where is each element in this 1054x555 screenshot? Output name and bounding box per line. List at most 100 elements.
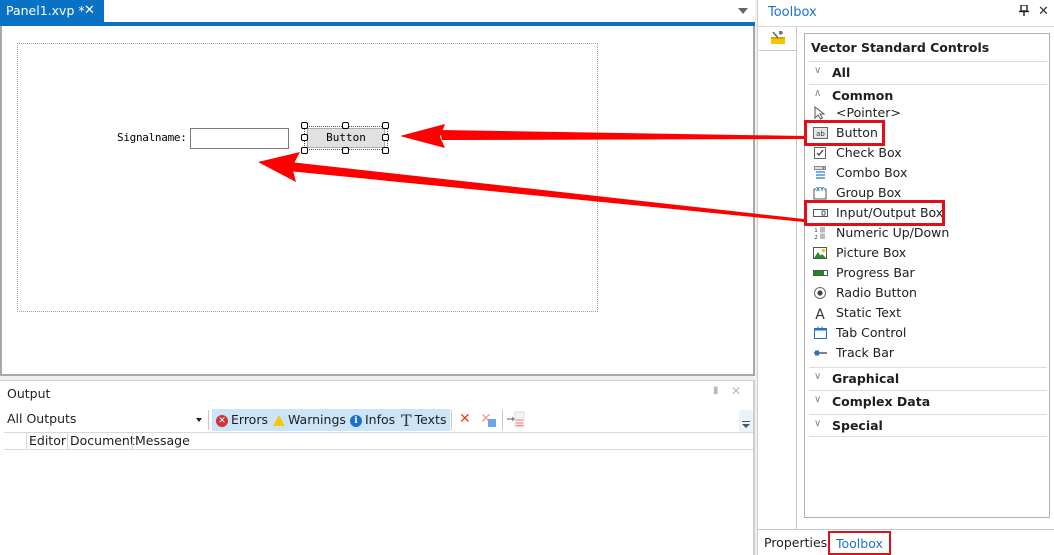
- toolbox-tree: Vector Standard Controls ∨ All ∧ Common …: [804, 33, 1050, 518]
- svg-text:A: A: [815, 307, 825, 320]
- chevron-down-icon[interactable]: [738, 8, 748, 14]
- close-icon[interactable]: ✕: [731, 384, 741, 398]
- filter-texts-button[interactable]: T Texts: [397, 409, 451, 431]
- error-icon: ✕: [216, 414, 228, 427]
- category-special[interactable]: ∨ Special: [809, 414, 1047, 436]
- toolbox-item-combo-box[interactable]: Combo Box: [809, 163, 1047, 183]
- static-text-icon: A: [815, 307, 825, 320]
- column-editor[interactable]: Editor: [26, 433, 66, 449]
- chevron-down-icon: ∨: [814, 371, 822, 382]
- output-source-select[interactable]: All Outputs: [7, 411, 76, 426]
- warning-icon: [273, 415, 285, 426]
- category-all[interactable]: ∨ All: [809, 61, 1047, 83]
- picture-box-icon: [813, 247, 827, 259]
- column-message[interactable]: Message: [132, 433, 190, 449]
- highlight-input-output-box-item: [804, 200, 945, 226]
- toolbox-category-tab[interactable]: [759, 27, 797, 51]
- tab-panel1[interactable]: Panel1.xvp * ✕: [0, 0, 104, 22]
- document-tabstrip: Panel1.xvp * ✕: [0, 0, 755, 26]
- toolbox-item-picture-box[interactable]: Picture Box: [809, 243, 1047, 263]
- pin-icon[interactable]: [1019, 4, 1029, 19]
- resize-handle[interactable]: [382, 134, 389, 141]
- toolbar-separator: [451, 410, 452, 430]
- svg-text:2: 2: [814, 235, 818, 240]
- column-document[interactable]: Document: [67, 433, 135, 449]
- progress-bar-icon: [813, 270, 828, 276]
- item-label: Radio Button: [836, 285, 917, 300]
- go-to-source-icon[interactable]: [506, 411, 526, 429]
- clear-all-icon[interactable]: ✕: [459, 411, 471, 427]
- item-label: Combo Box: [836, 165, 908, 180]
- toolbox-item-tab-control[interactable]: Tab Control: [809, 323, 1047, 343]
- chevron-up-icon: ∧: [814, 88, 822, 99]
- category-complex-data[interactable]: ∨ Complex Data: [809, 390, 1047, 412]
- filter-warnings-button[interactable]: Warnings: [269, 409, 350, 431]
- toolbox-item-check-box[interactable]: Check Box: [809, 143, 1047, 163]
- chevron-down-icon: ∨: [814, 418, 822, 429]
- panel-surface[interactable]: [17, 43, 598, 312]
- tab-control-icon: [814, 326, 827, 339]
- toolbox-item-static-text[interactable]: A Static Text: [809, 303, 1047, 323]
- filter-label: Warnings: [288, 412, 346, 427]
- divider: [809, 436, 1047, 437]
- resize-handle[interactable]: [301, 134, 308, 141]
- category-label: All: [832, 65, 851, 80]
- toolbox-pane: Toolbox ✕ Vector Standard Controls ∨ All…: [757, 0, 1054, 555]
- toolbox-item-numeric-up-down[interactable]: 12 Numeric Up/Down: [809, 223, 1047, 243]
- category-label: Complex Data: [832, 394, 931, 409]
- design-canvas[interactable]: [0, 26, 755, 376]
- category-label: Common: [832, 88, 894, 103]
- track-bar-icon: [814, 350, 827, 356]
- item-label: Tab Control: [836, 325, 907, 340]
- signalname-label: Signalname:: [117, 131, 187, 144]
- filter-infos-button[interactable]: i Infos: [346, 409, 400, 431]
- info-icon: i: [350, 414, 362, 427]
- toolbox-item-radio-button[interactable]: Radio Button: [809, 283, 1047, 303]
- toolbar-separator: [502, 410, 503, 430]
- pin-icon[interactable]: ▮: [713, 385, 719, 396]
- resize-handle[interactable]: [342, 147, 349, 154]
- item-label: Group Box: [836, 185, 902, 200]
- svg-text:XY: XY: [816, 187, 825, 193]
- filter-label: Errors: [231, 412, 268, 427]
- resize-handle[interactable]: [382, 147, 389, 154]
- bottom-tabstrip: Properties Toolbox: [758, 529, 1054, 555]
- toolbox-icon: [771, 31, 785, 44]
- document-area: Panel1.xvp * ✕ Signalname: Button: [0, 0, 755, 376]
- chevron-down-icon: ∨: [814, 65, 822, 76]
- item-label: Track Bar: [836, 345, 895, 360]
- clear-selected-icon[interactable]: ✕: [480, 411, 496, 427]
- item-label: Numeric Up/Down: [836, 225, 950, 240]
- chevron-down-icon: ∨: [814, 394, 822, 405]
- tab-label: Panel1.xvp *: [6, 3, 85, 18]
- resize-handle[interactable]: [382, 122, 389, 129]
- item-label: Check Box: [836, 145, 902, 160]
- resize-handle[interactable]: [342, 122, 349, 129]
- item-label: <Pointer>: [836, 105, 901, 120]
- tab-properties[interactable]: Properties: [764, 535, 827, 550]
- chevron-down-icon[interactable]: [196, 418, 202, 422]
- divider: [758, 26, 1054, 27]
- output-column-header: Editor Document Message: [4, 432, 753, 450]
- signalname-input-output-box[interactable]: [190, 128, 289, 149]
- radio-button-icon: [814, 287, 826, 299]
- numeric-up-down-icon: 12: [814, 227, 825, 240]
- toolbox-item-track-bar[interactable]: Track Bar: [809, 343, 1047, 363]
- toolbox-item-progress-bar[interactable]: Progress Bar: [809, 263, 1047, 283]
- divider: [796, 51, 797, 529]
- close-icon[interactable]: ✕: [84, 0, 95, 22]
- highlight-button-item: [804, 120, 885, 146]
- category-graphical[interactable]: ∨ Graphical: [809, 367, 1047, 389]
- resize-handle[interactable]: [301, 122, 308, 129]
- close-icon[interactable]: ✕: [1038, 4, 1049, 19]
- tab-toolbox[interactable]: Toolbox: [828, 531, 891, 555]
- design-button[interactable]: Button: [307, 128, 385, 148]
- svg-text:1: 1: [814, 228, 818, 234]
- category-label: Special: [832, 418, 883, 433]
- item-label: Picture Box: [836, 245, 907, 260]
- filter-errors-button[interactable]: ✕ Errors: [212, 409, 272, 431]
- output-options-button[interactable]: [739, 410, 753, 432]
- resize-handle[interactable]: [301, 147, 308, 154]
- toolbox-heading: Vector Standard Controls: [811, 40, 990, 55]
- text-icon: T: [401, 410, 412, 430]
